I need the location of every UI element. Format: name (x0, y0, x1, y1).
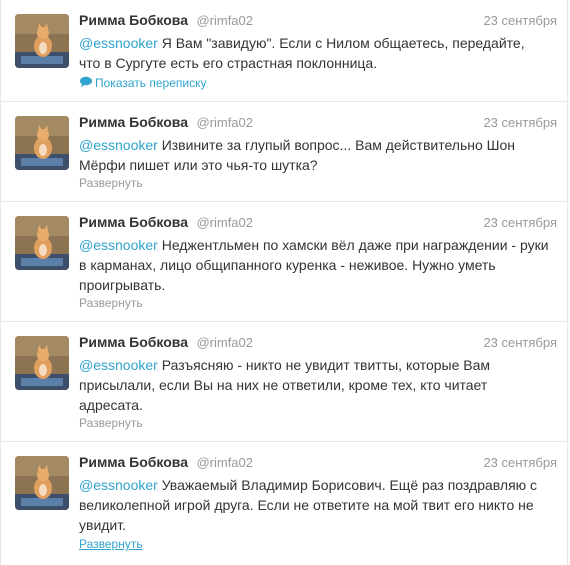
author-name[interactable]: Римма Бобкова (79, 214, 188, 230)
author-handle[interactable]: @rimfa02 (196, 455, 253, 470)
tweet-item[interactable]: Римма Бобкова @rimfa02 23 сентября @essn… (1, 202, 569, 322)
tweet-timestamp[interactable]: 23 сентября (483, 455, 557, 470)
conversation-icon (80, 76, 92, 88)
tweet-timestamp[interactable]: 23 сентября (483, 115, 557, 130)
mention-link[interactable]: @essnooker (79, 137, 158, 153)
author-handle[interactable]: @rimfa02 (196, 13, 253, 28)
tweet-text: @essnooker Разъясняю - никто не увидит т… (79, 355, 549, 415)
avatar[interactable] (15, 456, 69, 510)
mention-link[interactable]: @essnooker (79, 357, 158, 373)
author-name[interactable]: Римма Бобкова (79, 334, 188, 350)
author-name[interactable]: Римма Бобкова (79, 12, 188, 28)
expand-link[interactable]: Развернуть (79, 416, 143, 430)
show-conversation-link[interactable]: Показать переписку (79, 76, 206, 90)
tweet-item[interactable]: Римма Бобкова @rimfa02 23 сентября @essn… (1, 322, 569, 442)
avatar[interactable] (15, 216, 69, 270)
author-handle[interactable]: @rimfa02 (196, 215, 253, 230)
tweet-timestamp[interactable]: 23 сентября (483, 13, 557, 28)
cat-photo-icon (15, 336, 69, 390)
avatar[interactable] (15, 14, 69, 68)
show-conversation-label: Показать переписку (95, 76, 207, 90)
author-name[interactable]: Римма Бобкова (79, 114, 188, 130)
mention-link[interactable]: @essnooker (79, 35, 158, 51)
mention-link[interactable]: @essnooker (79, 237, 158, 253)
cat-photo-icon (15, 116, 69, 170)
cat-photo-icon (15, 456, 69, 510)
tweet-text: @essnooker Я Вам "завидую". Если с Нилом… (79, 33, 549, 73)
tweet-text: @essnooker Неджентльмен по хамски вёл да… (79, 235, 549, 295)
author-name[interactable]: Римма Бобкова (79, 454, 188, 470)
cat-photo-icon (15, 14, 69, 68)
mention-link[interactable]: @essnooker (79, 477, 158, 493)
tweet-text: @essnooker Извините за глупый вопрос... … (79, 135, 549, 175)
cat-photo-icon (15, 216, 69, 270)
tweet-timeline: Римма Бобкова @rimfa02 23 сентября @essn… (0, 0, 569, 565)
tweet-timestamp[interactable]: 23 сентября (483, 215, 557, 230)
author-handle[interactable]: @rimfa02 (196, 115, 253, 130)
tweet-item[interactable]: Римма Бобкова @rimfa02 23 сентября @essn… (1, 102, 569, 202)
avatar[interactable] (15, 336, 69, 390)
tweet-text: @essnooker Уважаемый Владимир Борисович.… (79, 475, 549, 535)
tweet-item[interactable]: Римма Бобкова @rimfa02 23 сентября @essn… (1, 442, 569, 565)
tweet-item[interactable]: Римма Бобкова @rimfa02 23 сентября @essn… (1, 0, 569, 102)
author-handle[interactable]: @rimfa02 (196, 335, 253, 350)
expand-link[interactable]: Развернуть (79, 296, 143, 310)
expand-link[interactable]: Развернуть (79, 537, 143, 551)
tweet-timestamp[interactable]: 23 сентября (483, 335, 557, 350)
avatar[interactable] (15, 116, 69, 170)
expand-link[interactable]: Развернуть (79, 176, 143, 190)
